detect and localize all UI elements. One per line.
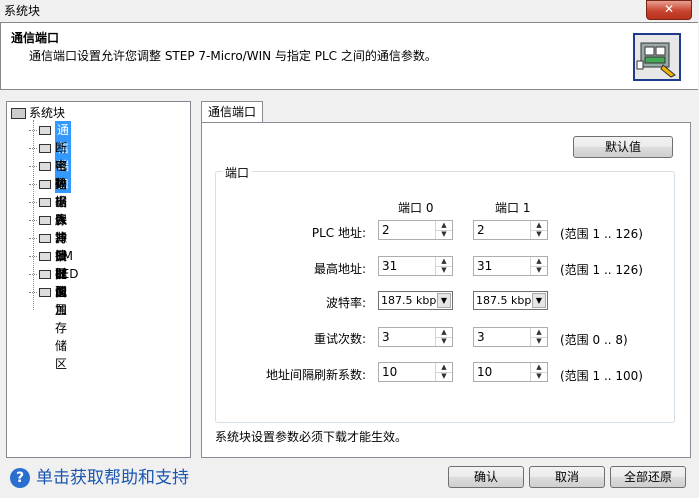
gap-factor-label: 地址间隔刷新系数: — [265, 368, 366, 382]
max-address-port1-spinner[interactable]: 31 ▲ ▼ — [473, 256, 548, 276]
spin-down-icon: ▼ — [441, 337, 447, 345]
network-config-icon — [633, 33, 681, 81]
gap-factor-range: (范围 1 .. 100) — [560, 369, 643, 383]
tree-item-em-config[interactable]: EM 配置 — [29, 247, 73, 299]
help-link-text: 单击获取帮助和支持 — [36, 468, 189, 488]
retry-count-label: 重试次数: — [313, 332, 366, 346]
module-icon — [39, 180, 51, 189]
retry-count-port1-spinner[interactable]: 3 ▲ ▼ — [473, 327, 548, 347]
tree-item-pulse-catch[interactable]: 脉冲捕捉位 — [29, 211, 67, 299]
defaults-button[interactable]: 默认值 — [573, 136, 673, 158]
max-address-label: 最高地址: — [313, 262, 366, 276]
gap-factor-port1-spinner[interactable]: 10 ▲ ▼ — [473, 362, 548, 382]
port-groupbox: 端口 端口 0 端口 1 PLC 地址: 2 ▲ ▼ 2 ▲ ▼ (范围 1 .. 12… — [215, 164, 675, 423]
system-block-icon — [11, 108, 26, 119]
spin-down-icon: ▼ — [536, 266, 542, 274]
module-icon — [39, 288, 51, 297]
help-icon: ? — [10, 468, 30, 488]
port1-header: 端口 1 — [495, 201, 531, 215]
max-address-range: (范围 1 .. 126) — [560, 263, 643, 277]
settings-panel: 默认值 端口 端口 0 端口 1 PLC 地址: 2 ▲ ▼ 2 ▲ ▼ (范围 1 .… — [201, 122, 691, 458]
restore-all-button[interactable]: 全部还原 — [610, 466, 686, 488]
tree-root[interactable]: 系统块 — [11, 104, 65, 122]
baud-rate-label: 波特率: — [325, 296, 366, 310]
module-icon — [39, 126, 51, 135]
header-description: 通信端口设置允许您调整 STEP 7-Micro/WIN 与指定 PLC 之间的… — [29, 49, 437, 63]
gap-factor-port0-spinner[interactable]: 10 ▲ ▼ — [378, 362, 453, 382]
module-icon — [39, 216, 51, 225]
spin-down-icon: ▼ — [536, 337, 542, 345]
help-link[interactable]: ? 单击获取帮助和支持 — [10, 467, 189, 489]
tab-comm-port[interactable]: 通信端口 — [201, 101, 263, 123]
max-address-port0-spinner[interactable]: 31 ▲ ▼ — [378, 256, 453, 276]
window-title: 系统块 — [4, 4, 41, 18]
plc-address-label: PLC 地址: — [311, 226, 366, 240]
module-icon — [39, 270, 51, 279]
spin-down-icon: ▼ — [441, 372, 447, 380]
spin-down-icon: ▼ — [536, 230, 542, 238]
header-title: 通信端口 — [11, 31, 60, 45]
module-icon — [39, 144, 51, 153]
retry-count-range: (范围 0 .. 8) — [560, 333, 628, 347]
header-panel: 通信端口 通信端口设置允许您调整 STEP 7-Micro/WIN 与指定 PL… — [0, 22, 698, 90]
plc-address-port0-spinner[interactable]: 2 ▲ ▼ — [378, 220, 453, 240]
retry-count-port0-spinner[interactable]: 3 ▲ ▼ — [378, 327, 453, 347]
module-icon — [39, 234, 51, 243]
baud-rate-port1-select[interactable]: 187.5 kbps ▼ — [473, 291, 548, 310]
module-icon — [39, 162, 51, 171]
chevron-down-icon: ▼ — [532, 293, 546, 308]
tree-item-background-time[interactable]: 背景时间 — [29, 229, 67, 299]
tree-item-led-config[interactable]: LED 配置 — [29, 265, 79, 317]
plc-address-range: (范围 1 .. 126) — [560, 227, 643, 241]
port-group-legend: 端口 — [222, 164, 253, 181]
ok-button[interactable]: 确认 — [448, 466, 524, 488]
close-button[interactable]: ✕ — [646, 0, 692, 20]
baud-rate-port0-select[interactable]: 187.5 kbps ▼ — [378, 291, 453, 310]
tree-item-retentive[interactable]: 断电数据保持 — [29, 139, 67, 245]
module-icon — [39, 198, 51, 207]
download-note: 系统块设置参数必须下载才能生效。 — [215, 430, 408, 444]
tree-root-label: 系统块 — [29, 106, 66, 120]
spin-down-icon: ▼ — [441, 266, 447, 274]
category-tree[interactable]: 系统块 通信端口 断电数据保持 密码 输出表 输入滤波器 脉冲捕捉位 背景时间 … — [6, 101, 191, 458]
tree-item-password[interactable]: 密码 — [29, 157, 67, 191]
tree-item-input-filter[interactable]: 输入滤波器 — [29, 193, 67, 281]
tree-item-comm-port[interactable]: 通信端口 — [29, 121, 72, 193]
port0-header: 端口 0 — [398, 201, 434, 215]
plc-address-port1-spinner[interactable]: 2 ▲ ▼ — [473, 220, 548, 240]
tree-item-memory-cartridge[interactable]: 增加存储区 — [29, 283, 67, 371]
spin-down-icon: ▼ — [536, 372, 542, 380]
title-bar: 系统块 ✕ — [0, 0, 699, 20]
tree-item-output-table[interactable]: 输出表 — [29, 175, 67, 227]
module-icon — [39, 252, 51, 261]
chevron-down-icon: ▼ — [437, 293, 451, 308]
spin-down-icon: ▼ — [441, 230, 447, 238]
cancel-button[interactable]: 取消 — [529, 466, 605, 488]
